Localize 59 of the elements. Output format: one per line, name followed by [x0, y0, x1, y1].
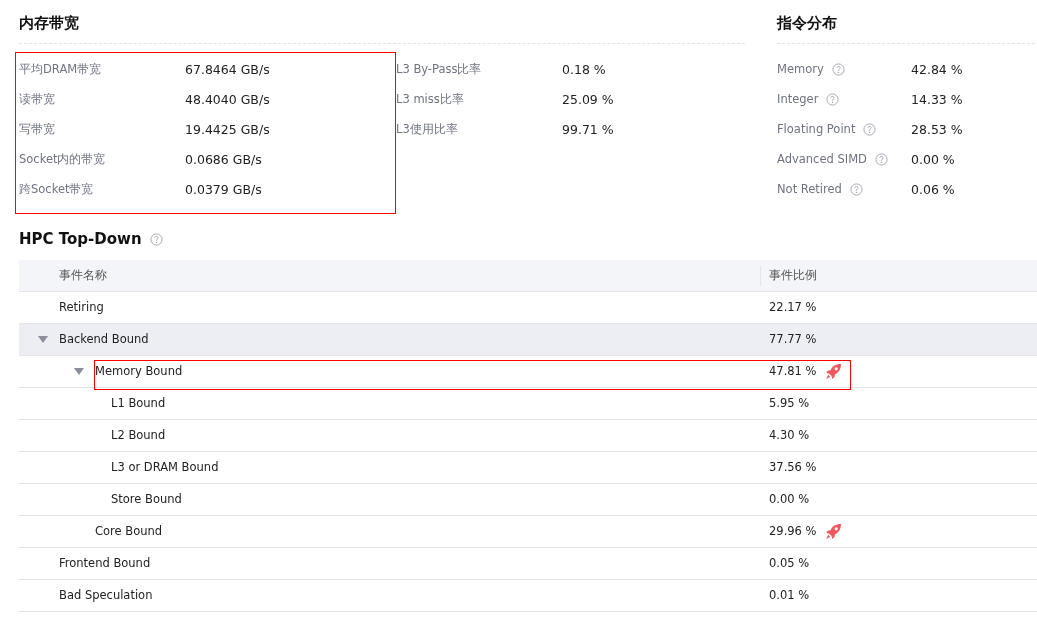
- metric-value: 0.00 %: [911, 150, 955, 169]
- help-icon[interactable]: [831, 63, 845, 77]
- column-header: 事件比例: [769, 266, 817, 284]
- metric-value: 0.0686 GB/s: [185, 150, 262, 169]
- help-icon[interactable]: [874, 153, 888, 167]
- metric-label: Not Retired: [777, 182, 842, 197]
- table-cell-text: Store Bound: [111, 490, 182, 508]
- table-cell-text: 37.56 %: [769, 458, 817, 476]
- table-cell-text: L2 Bound: [111, 426, 166, 444]
- metric-value: 48.4040 GB/s: [185, 90, 270, 109]
- table-cell-text: 0.05 %: [769, 554, 810, 572]
- table-cell-text: 22.17 %: [769, 298, 817, 316]
- metric-label: Floating Point: [777, 122, 856, 137]
- section-title: 内存带宽: [19, 13, 80, 34]
- metric-value: 25.09 %: [562, 90, 614, 109]
- help-icon[interactable]: [849, 183, 863, 197]
- table-cell-text: 77.77 %: [769, 330, 817, 348]
- metric-label: Integer: [777, 92, 819, 107]
- column-header: 事件名称: [59, 266, 107, 284]
- table-cell-text: Retiring: [59, 298, 104, 316]
- metric-value: 99.71 %: [562, 120, 614, 139]
- metric-value: 67.8464 GB/s: [185, 60, 270, 79]
- help-icon[interactable]: [826, 93, 840, 107]
- metric-label: 写带宽: [19, 121, 56, 139]
- help-icon[interactable]: [149, 233, 163, 246]
- metric-value: 0.06 %: [911, 180, 955, 199]
- table-cell-text: 47.81 %: [769, 362, 817, 380]
- metric-label: 平均DRAM带宽: [19, 61, 103, 79]
- table-cell-text: Core Bound: [95, 522, 163, 540]
- table-cell-text: 29.96 %: [769, 522, 817, 540]
- table-cell-text: Bad Speculation: [59, 586, 153, 604]
- table-cell-text: 4.30 %: [769, 426, 810, 444]
- metric-value: 19.4425 GB/s: [185, 120, 270, 139]
- metric-label: Socket内的带宽: [19, 151, 107, 169]
- caret-icon[interactable]: [38, 336, 48, 343]
- metric-value: 0.18 %: [562, 60, 606, 79]
- section-title: HPC Top-Down: [19, 229, 142, 250]
- metric-value: 14.33 %: [911, 90, 963, 109]
- table-cell-text: Frontend Bound: [59, 554, 151, 572]
- caret-icon[interactable]: [74, 368, 84, 375]
- metric-value: 28.53 %: [911, 120, 963, 139]
- metric-label: L3 By-Pass比率: [396, 61, 483, 79]
- table-cell-text: L1 Bound: [111, 394, 166, 412]
- metric-value: 0.0379 GB/s: [185, 180, 262, 199]
- table-cell-text: L3 or DRAM Bound: [111, 458, 219, 476]
- metric-label: L3使用比率: [396, 121, 459, 139]
- help-icon[interactable]: [863, 123, 877, 137]
- table-cell-text: Memory Bound: [95, 362, 183, 380]
- table-cell-text: 0.00 %: [769, 490, 810, 508]
- table-cell-text: 0.01 %: [769, 586, 810, 604]
- metric-label: 读带宽: [19, 91, 56, 109]
- metric-label: Memory: [777, 62, 824, 77]
- metric-value: 42.84 %: [911, 60, 963, 79]
- section-title: 指令分布: [777, 13, 838, 34]
- metric-label: L3 miss比率: [396, 91, 465, 109]
- table-cell-text: 5.95 %: [769, 394, 810, 412]
- metric-label: Advanced SIMD: [777, 152, 867, 167]
- metric-label: 跨Socket带宽: [19, 181, 95, 199]
- table-cell-text: Backend Bound: [59, 330, 149, 348]
